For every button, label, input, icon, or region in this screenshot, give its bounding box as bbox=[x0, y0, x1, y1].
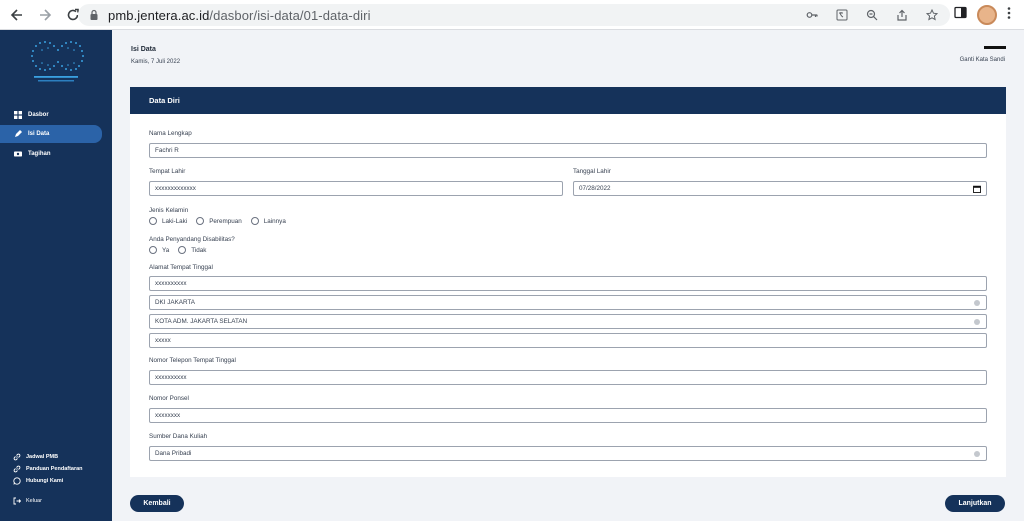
link-icon bbox=[13, 453, 21, 461]
sidebar-item-isi-data[interactable]: Isi Data bbox=[0, 125, 102, 143]
logout-label: Keluar bbox=[26, 498, 42, 504]
lock-icon bbox=[90, 9, 98, 20]
jentera-logo bbox=[31, 41, 84, 82]
footer-link-label: Panduan Pendaftaran bbox=[26, 466, 83, 472]
alamat-label: Alamat Tempat Tinggal bbox=[149, 264, 213, 271]
radio-tidak[interactable] bbox=[178, 246, 187, 254]
ponsel-input[interactable]: xxxxxxxx bbox=[149, 408, 987, 423]
bill-icon bbox=[13, 150, 22, 159]
alamat-jalan-input[interactable]: xxxxxxxxxx bbox=[149, 276, 987, 291]
sidebar-item-label: Isi Data bbox=[28, 131, 50, 137]
tanggal-lahir-value: 07/28/2022 bbox=[579, 185, 611, 192]
calendar-icon[interactable] bbox=[973, 185, 981, 193]
link-icon bbox=[13, 465, 21, 473]
radio-label: Ya bbox=[162, 246, 170, 254]
bookmark-star-icon[interactable] bbox=[924, 7, 940, 23]
sumber-dana-value: Dana Pribadi bbox=[155, 450, 192, 457]
sidebar-item-dasbor[interactable]: Dasbor bbox=[0, 106, 102, 124]
card-title: Data Diri bbox=[130, 87, 1006, 114]
telepon-input[interactable]: xxxxxxxxxx bbox=[149, 370, 987, 385]
sumber-dana-select[interactable]: Dana Pribadi bbox=[149, 446, 987, 461]
grid-icon bbox=[13, 111, 22, 120]
kebab-menu-icon[interactable] bbox=[1007, 6, 1011, 25]
radio-lainnya[interactable] bbox=[250, 217, 259, 225]
radio-laki-laki[interactable] bbox=[149, 217, 157, 225]
provinsi-select[interactable]: DKI JAKARTA bbox=[149, 295, 987, 310]
kota-select[interactable]: KOTA ADM. JAKARTA SELATAN bbox=[149, 314, 987, 329]
radio-ya[interactable] bbox=[149, 246, 157, 254]
share-icon[interactable] bbox=[894, 7, 910, 23]
kodepos-input[interactable]: xxxxx bbox=[149, 333, 987, 348]
profile-avatar[interactable] bbox=[977, 5, 997, 25]
zoom-icon[interactable] bbox=[864, 7, 880, 23]
back-arrow-icon[interactable] bbox=[6, 4, 28, 26]
lanjutkan-button[interactable]: Lanjutkan bbox=[945, 495, 1005, 512]
main-content: Isi Data Kamis, 7 Juli 2022 Ganti Kata S… bbox=[112, 30, 1024, 521]
page-date: Kamis, 7 Juli 2022 bbox=[131, 59, 181, 65]
ponsel-label: Nomor Ponsel bbox=[149, 395, 189, 402]
address-bar[interactable]: pmb.jentera.ac.id/dasbor/isi-data/01-dat… bbox=[78, 4, 950, 26]
sidebar-item-label: Dasbor bbox=[28, 112, 49, 118]
kembali-button[interactable]: Kembali bbox=[130, 495, 184, 512]
sidebar: Dasbor Isi Data Tagihan Jadwal PMB Pandu… bbox=[0, 30, 112, 521]
sidebar-link-hubungi-kami[interactable]: Hubungi Kami bbox=[13, 477, 63, 485]
disabilitas-group: Ya Tidak bbox=[149, 246, 215, 254]
sumber-dana-label: Sumber Dana Kuliah bbox=[149, 433, 208, 440]
tempat-lahir-input[interactable]: xxxxxxxxxxxxx bbox=[149, 181, 563, 196]
sidebar-item-label: Tagihan bbox=[28, 151, 51, 157]
browser-toolbar: pmb.jentera.ac.id/dasbor/isi-data/01-dat… bbox=[0, 0, 1024, 30]
data-diri-card: Data Diri Nama Lengkap Fachri R Tempat L… bbox=[130, 87, 1006, 477]
translate-icon[interactable] bbox=[834, 7, 850, 23]
sidebar-panel-icon[interactable] bbox=[954, 6, 967, 24]
jenis-kelamin-label: Jenis Kelamin bbox=[149, 207, 189, 214]
radio-label: Lainnya bbox=[263, 217, 286, 225]
logout-button[interactable]: Keluar bbox=[13, 497, 42, 505]
clear-icon[interactable] bbox=[974, 319, 980, 325]
logout-icon bbox=[13, 497, 21, 505]
nama-lengkap-input[interactable]: Fachri R bbox=[149, 143, 987, 158]
radio-label: Laki-Laki bbox=[162, 217, 188, 225]
tanggal-lahir-input[interactable]: 07/28/2022 bbox=[573, 181, 987, 196]
clear-icon[interactable] bbox=[974, 300, 980, 306]
jenis-kelamin-group: Laki-Laki Perempuan Lainnya bbox=[149, 217, 295, 225]
nama-lengkap-label: Nama Lengkap bbox=[149, 130, 192, 137]
forward-arrow-icon[interactable] bbox=[34, 4, 56, 26]
clear-icon[interactable] bbox=[974, 451, 980, 457]
disabilitas-label: Anda Penyandang Disabilitas? bbox=[149, 236, 235, 243]
radio-label: Perempuan bbox=[209, 217, 242, 225]
change-password-link[interactable]: Ganti Kata Sandi bbox=[960, 57, 1005, 63]
sidebar-item-tagihan[interactable]: Tagihan bbox=[0, 145, 102, 163]
page-title: Isi Data bbox=[131, 46, 156, 53]
pen-icon bbox=[13, 130, 22, 139]
tanggal-lahir-label: Tanggal Lahir bbox=[573, 168, 611, 175]
provinsi-value: DKI JAKARTA bbox=[155, 299, 196, 306]
whatsapp-icon bbox=[13, 477, 21, 485]
footer-link-label: Hubungi Kami bbox=[26, 478, 64, 484]
radio-label: Tidak bbox=[191, 246, 207, 254]
user-name-redacted bbox=[984, 46, 1006, 49]
kota-value: KOTA ADM. JAKARTA SELATAN bbox=[155, 318, 248, 325]
sidebar-link-jadwal-pmb[interactable]: Jadwal PMB bbox=[13, 453, 58, 461]
radio-perempuan[interactable] bbox=[196, 217, 205, 225]
sidebar-link-panduan[interactable]: Panduan Pendaftaran bbox=[13, 465, 83, 473]
telepon-label: Nomor Telepon Tempat Tinggal bbox=[149, 357, 236, 364]
footer-link-label: Jadwal PMB bbox=[26, 454, 59, 460]
url-text: pmb.jentera.ac.id/dasbor/isi-data/01-dat… bbox=[108, 7, 371, 23]
tempat-lahir-label: Tempat Lahir bbox=[149, 168, 186, 175]
key-icon[interactable] bbox=[804, 7, 820, 23]
